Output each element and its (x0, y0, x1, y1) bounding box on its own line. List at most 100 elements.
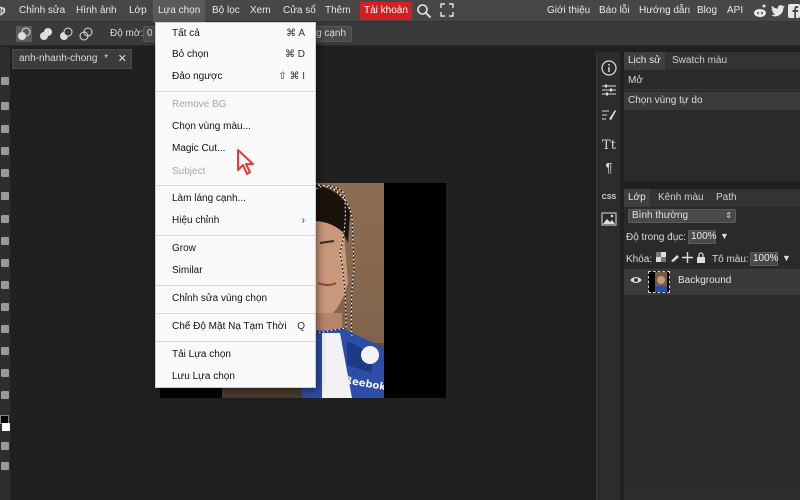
menu-item-blog[interactable]: Blog (697, 0, 717, 22)
pen-tool-icon[interactable] (1, 303, 9, 311)
history-row[interactable]: Mở (624, 72, 800, 90)
layer-row-background[interactable]: Background (624, 269, 800, 295)
brush-tool-icon[interactable] (1, 192, 9, 200)
menu-quick-mask[interactable]: Chế Độ Mặt Nạ Tạm Thời Q (156, 317, 315, 337)
image-icon[interactable] (601, 212, 617, 228)
menu-quick-mask-label: Chế Độ Mặt Nạ Tạm Thời (172, 321, 287, 332)
menu-modify[interactable]: Hiệu chỉnh › (156, 211, 315, 231)
refine-edge-button[interactable]: g cạnh (312, 26, 352, 42)
background-color-swatch[interactable] (2, 423, 10, 431)
move-tool-icon[interactable] (1, 102, 9, 110)
menu-item-filter[interactable]: Bộ lọc (212, 0, 240, 22)
opacity-dropdown-icon[interactable]: ▼ (720, 231, 729, 241)
shortcut-deselect: ⌘ D (285, 49, 305, 60)
layers-panel: Lớp Kênh màu Path Bình thường ⇕ Độ trong… (624, 189, 800, 488)
twitter-icon[interactable] (770, 3, 786, 19)
account-button[interactable]: Tài khoản (360, 2, 412, 20)
opacity-input[interactable]: 100% (688, 230, 717, 244)
menu-edit-selection[interactable]: Chỉnh sửa vùng chọn (156, 289, 315, 309)
clone-tool-icon[interactable] (1, 215, 9, 223)
facebook-icon[interactable] (788, 3, 800, 19)
layer-name: Background (678, 275, 732, 286)
menu-smooth-edge[interactable]: Làm láng cạnh... (156, 189, 315, 209)
tab-channels[interactable]: Kênh màu (654, 189, 708, 207)
lasso-tool-icon[interactable] (1, 77, 9, 85)
screen-mode-icon[interactable] (1, 462, 9, 470)
menu-item-image[interactable]: Hình ảnh (76, 0, 117, 22)
tab-swatches[interactable]: Swatch màu (668, 52, 731, 70)
unsaved-indicator: * (104, 53, 109, 64)
menu-select-all[interactable]: Tất cả ⌘ A (156, 24, 315, 44)
menu-similar[interactable]: Similar (156, 261, 315, 281)
lock-position-icon[interactable] (682, 252, 693, 266)
menu-separator (156, 285, 315, 286)
lock-transparency-icon[interactable] (656, 252, 666, 265)
text-icon[interactable]: Tt (601, 138, 617, 154)
crop-tool-icon[interactable] (1, 125, 9, 133)
menu-inverse-label: Đảo ngược (172, 71, 223, 82)
menu-item-tutorial[interactable]: Hướng dẫn (639, 0, 690, 22)
quick-mask-icon[interactable] (1, 442, 9, 450)
menu-item-edit[interactable]: Chỉnh sửa (19, 0, 65, 22)
history-row[interactable]: Chọn vùng tự do (624, 92, 800, 110)
document-tab[interactable]: anh-nhanh-chong * ✕ (12, 49, 132, 69)
reddit-icon[interactable] (752, 3, 768, 19)
tab-layers[interactable]: Lớp (624, 189, 650, 207)
lock-all-icon[interactable] (696, 252, 706, 266)
heal-tool-icon[interactable] (1, 169, 9, 177)
menu-item-layer[interactable]: Lớp (129, 0, 147, 22)
selection-mode-subtract-icon[interactable] (58, 26, 74, 45)
menu-separator (156, 185, 315, 186)
menu-load-selection[interactable]: Tải Lựa chọn (156, 345, 315, 365)
selection-mode-new-icon[interactable] (16, 26, 32, 45)
menu-item-about[interactable]: Giới thiệu (547, 0, 590, 22)
shortcut-select-all: ⌘ A (286, 28, 305, 39)
selection-mode-add-icon[interactable] (38, 26, 54, 45)
menu-save-selection[interactable]: Lưu Lựa chọn (156, 367, 315, 387)
menu-item-api[interactable]: API (727, 0, 743, 22)
fill-dropdown-icon[interactable]: ▼ (782, 253, 791, 263)
menu-item-select[interactable]: Lựa chọn (153, 0, 206, 22)
menu-grow[interactable]: Grow (156, 239, 315, 259)
shortcut-quick-mask: Q (297, 321, 305, 332)
hand-tool-icon[interactable] (1, 369, 9, 377)
css-icon[interactable]: CSS (601, 190, 617, 206)
info-icon[interactable] (601, 60, 617, 76)
shape-tool-icon[interactable] (1, 347, 9, 355)
fill-tool-icon[interactable] (1, 259, 9, 267)
menu-deselect[interactable]: Bỏ chọn ⌘ D (156, 45, 315, 65)
blur-tool-icon[interactable] (1, 281, 9, 289)
tab-paths[interactable]: Path (712, 189, 741, 207)
opacity-label: Độ trong đục: (626, 232, 687, 243)
menu-color-range[interactable]: Chọn vùng màu... (156, 117, 315, 137)
eyedropper-tool-icon[interactable] (1, 147, 9, 155)
tab-history[interactable]: Lịch sử (624, 52, 665, 70)
search-icon[interactable] (416, 3, 432, 19)
menu-item-report-bug[interactable]: Báo lỗi (599, 0, 630, 22)
paragraph-icon[interactable]: ¶ (601, 160, 617, 176)
layers-footer-toolbar (624, 488, 800, 500)
selection-mode-intersect-icon[interactable] (78, 26, 94, 45)
fill-input[interactable]: 100% (750, 252, 779, 266)
eye-visibility-icon[interactable] (630, 275, 642, 287)
eraser-tool-icon[interactable] (1, 237, 9, 245)
sliders-icon[interactable] (601, 82, 617, 98)
layer-thumbnail (648, 271, 670, 293)
menu-similar-label: Similar (172, 265, 203, 276)
lock-pixels-icon[interactable] (670, 252, 680, 265)
options-bar: Độ mờ: 0 g cạnh (0, 22, 800, 46)
menu-item-more[interactable]: Thêm (325, 0, 351, 22)
menu-remove-bg: Remove BG (156, 95, 315, 115)
menu-item-window[interactable]: Cửa sổ (283, 0, 316, 22)
menu-load-selection-label: Tải Lựa chọn (172, 349, 231, 360)
blend-mode-select[interactable]: Bình thường ⇕ (628, 209, 736, 223)
zoom-tool-icon[interactable] (1, 391, 9, 399)
fullscreen-icon[interactable] (440, 3, 456, 19)
mouse-cursor-icon (237, 149, 254, 175)
menu-inverse[interactable]: Đảo ngược ⇧ ⌘ I (156, 67, 315, 87)
brush-settings-icon[interactable] (601, 108, 617, 124)
type-tool-icon[interactable] (1, 325, 9, 333)
menu-item-photopea[interactable]: p (0, 0, 6, 22)
menu-item-view[interactable]: Xem (250, 0, 271, 22)
close-tab-icon[interactable]: ✕ (118, 50, 127, 68)
